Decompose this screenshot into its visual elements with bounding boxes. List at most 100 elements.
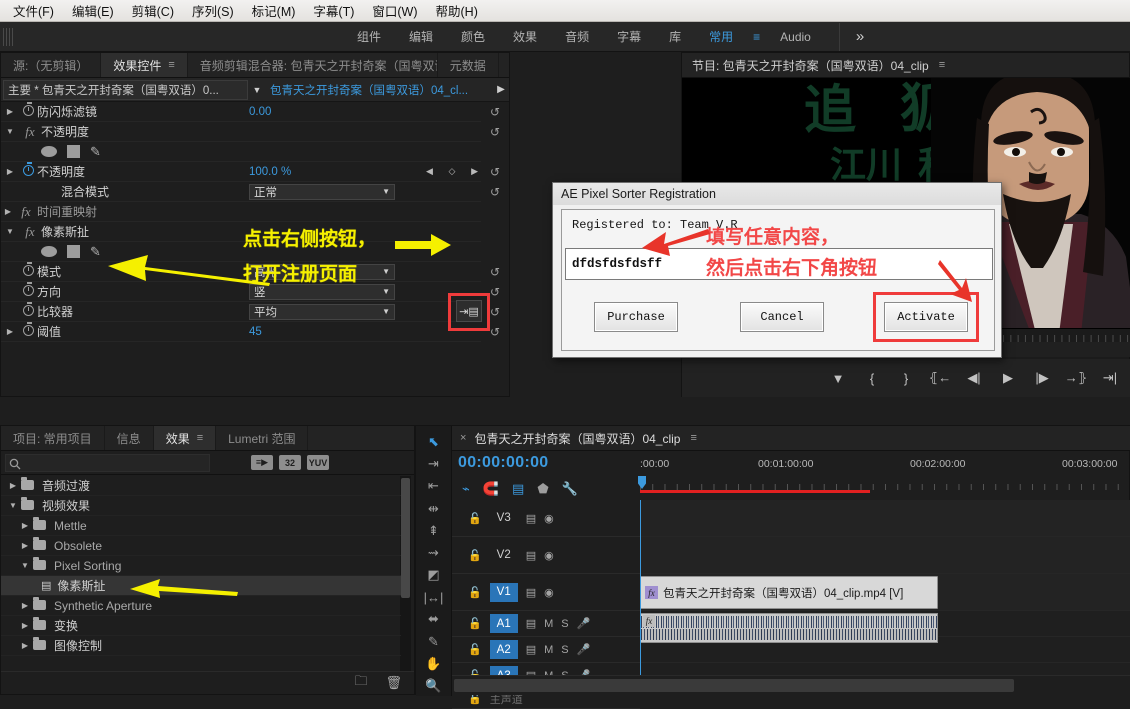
lock-icon[interactable]: 🔓 [468,549,482,562]
magnet-icon[interactable]: 🧲 [483,481,499,497]
sync-lock-icon[interactable]: ▤ [526,643,536,656]
track-name[interactable]: V3 [490,509,518,528]
property-row-threshold[interactable]: ▶ 阈值 45 ↺ [1,322,481,342]
twirl-icon[interactable]: ▶ [5,481,21,490]
reset-icon[interactable]: ↺ [485,165,505,179]
mute-icon[interactable]: M [544,644,553,656]
reset-icon[interactable]: ↺ [485,185,505,199]
twirl-icon[interactable]: ▼ [17,561,33,570]
twirl-icon[interactable]: ▶ [17,521,33,530]
tab-effect-controls[interactable]: 效果控件 ≡ [101,53,187,77]
timeline-ruler[interactable]: :00:00 00:01:00:00 00:02:00:00 00:03:00:… [640,454,1130,500]
tree-item-mettle[interactable]: ▶ Mettle [1,516,401,536]
tab-effect-controls-menu-icon[interactable]: ≡ [168,59,174,71]
twirl-icon[interactable]: ▶ [17,601,33,610]
registration-key-input[interactable]: dfdsfdsfdsff [565,248,993,280]
track-name[interactable]: A1 [490,614,518,633]
track-header-v3[interactable]: 🔓 V3 ▤ ◉ [452,500,640,537]
lock-icon[interactable]: 🔓 [468,643,482,656]
track-select-backward-tool-icon[interactable]: ⇤ [419,476,449,496]
workspace-tab-effects[interactable]: 效果 [499,24,551,49]
timeline-horizontal-scrollbar[interactable] [454,679,1014,692]
tree-item-transform[interactable]: ▶ 变换 [1,616,401,636]
hand-tool-icon[interactable]: ✋ [419,654,449,674]
workspace-tab-audio[interactable]: 音频 [551,24,603,49]
selection-tool-icon[interactable]: ⬉ [419,432,449,452]
twirl-icon[interactable]: ▶ [17,541,33,550]
track-select-forward-tool-icon[interactable]: ⇥ [419,454,449,474]
stopwatch-icon[interactable] [19,165,37,179]
ellipse-mask-icon[interactable] [41,246,57,257]
program-monitor-tab-label[interactable]: 节目: 包青天之开封奇案（国粤双语）04_clip [692,57,929,74]
tab-audio-clip-mixer[interactable]: 音频剪辑混合器: 包青天之开封奇案（国粤双语）04_clip [188,53,438,77]
property-row-opacity-value[interactable]: ▶ 不透明度 100.0 % ◀ ◇ ▶ ↺ [1,162,481,182]
property-value[interactable]: 45 [249,326,262,338]
reset-icon[interactable]: ↺ [485,265,505,279]
tab-source[interactable]: 源:（无剪辑） [1,53,101,77]
menu-item-title[interactable]: 字幕(T) [304,0,363,22]
property-group-time-remapping[interactable]: ▶ fx 时间重映射 [1,202,481,222]
tree-item-synthetic-aperture[interactable]: ▶ Synthetic Aperture [1,596,401,616]
workspace-overflow-icon[interactable]: » [840,28,880,45]
purchase-button[interactable]: Purchase [594,302,678,332]
linked-selection-icon[interactable]: ▤ [512,481,524,497]
twirl-icon[interactable]: ▶ [1,327,19,336]
track-header-a2[interactable]: 🔓 A2 ▤ M S 🎤 [452,637,640,663]
sync-lock-icon[interactable]: ▤ [526,512,536,525]
property-row-deflicker[interactable]: ▶ 防闪烁滤镜 0.00 ↺ [1,102,481,122]
stopwatch-icon[interactable] [19,105,37,119]
sync-lock-icon[interactable]: ▤ [526,617,536,630]
workspace-tab-editing[interactable]: 编辑 [395,24,447,49]
workspace-tab-audio2[interactable]: Audio [766,26,825,48]
track-header-v1[interactable]: 🔓 V1 ▤ ◉ [452,574,640,611]
twirl-icon[interactable]: ▶ [1,107,19,116]
mark-out-icon[interactable]: } [889,371,923,386]
workspace-tab-color[interactable]: 颜色 [447,24,499,49]
timeline-clip-video[interactable]: fx 包青天之开封奇案（国粤双语）04_clip.mp4 [V] [640,576,938,609]
twirl-icon[interactable]: ▶ [1,167,19,176]
tab-metadata[interactable]: 元数据 [438,53,499,77]
effects-vertical-scrollbar[interactable] [401,478,410,598]
timeline-menu-icon[interactable]: ≡ [690,432,696,444]
timeline-track-area[interactable]: fx 包青天之开封奇案（国粤双语）04_clip.mp4 [V] fx [640,500,1130,675]
eye-icon[interactable]: ◉ [544,512,554,525]
open-registration-button[interactable]: ⇥▤ [456,300,482,322]
prev-keyframe-icon[interactable]: ◀ [426,166,433,177]
menu-item-help[interactable]: 帮助(H) [427,0,487,22]
new-folder-icon[interactable]: 🗀 [354,672,367,694]
close-icon[interactable]: × [460,432,466,444]
workspace-menu-icon[interactable]: ≡ [747,30,766,44]
rectangle-mask-icon[interactable] [67,145,80,158]
reset-icon[interactable]: ↺ [485,285,505,299]
voiceover-icon[interactable]: 🎤 [577,643,591,656]
property-row-mode[interactable]: 模式 高光 ▼ ↺ [1,262,481,282]
32bit-effects-icon[interactable]: 32 [279,455,301,470]
yuv-effects-icon[interactable]: YUV [307,455,329,470]
zoom-tool-icon[interactable]: 🔍 [419,676,449,696]
tab-effects-menu-icon[interactable]: ≡ [197,432,203,444]
workspace-tab-general[interactable]: 常用 [695,24,747,49]
work-area-bar[interactable] [640,490,870,493]
tree-item-video-effects[interactable]: ▼ 视频效果 [1,496,401,516]
workspace-tab-assembly[interactable]: 组件 [343,24,395,49]
effect-controls-clip-selector[interactable]: 主要 * 包青天之开封奇案（国粤双语）0... [3,80,248,100]
mute-icon[interactable]: M [544,618,553,630]
pen-tool-icon[interactable]: ✎ [419,632,449,652]
reset-icon[interactable]: ↺ [485,125,505,139]
export-frame-icon[interactable]: ⇥| [1093,370,1127,386]
menu-item-window[interactable]: 窗口(W) [363,0,426,22]
workspace-grip[interactable] [3,28,13,46]
property-group-pixel-sorter[interactable]: ▼ fx 像素斯扯 [1,222,481,242]
menu-item-sequence[interactable]: 序列(S) [183,0,243,22]
menu-item-file[interactable]: 文件(F) [4,0,63,22]
rolling-edit-tool-icon[interactable]: ⇞ [419,521,449,541]
comparator-dropdown[interactable]: 平均 ▼ [249,304,395,320]
razor-tool-icon[interactable]: ◩ [419,565,449,585]
wrench-icon[interactable]: 🔧 [562,481,578,497]
workspace-tab-captions[interactable]: 字幕 [603,24,655,49]
step-forward-icon[interactable]: |▶ [1025,370,1059,386]
voiceover-icon[interactable]: 🎤 [577,617,591,630]
reset-icon[interactable]: ↺ [485,105,505,119]
tab-lumetri-scopes[interactable]: Lumetri 范围 [216,426,308,450]
tree-item-audio-transitions[interactable]: ▶ 音频过渡 [1,476,401,496]
